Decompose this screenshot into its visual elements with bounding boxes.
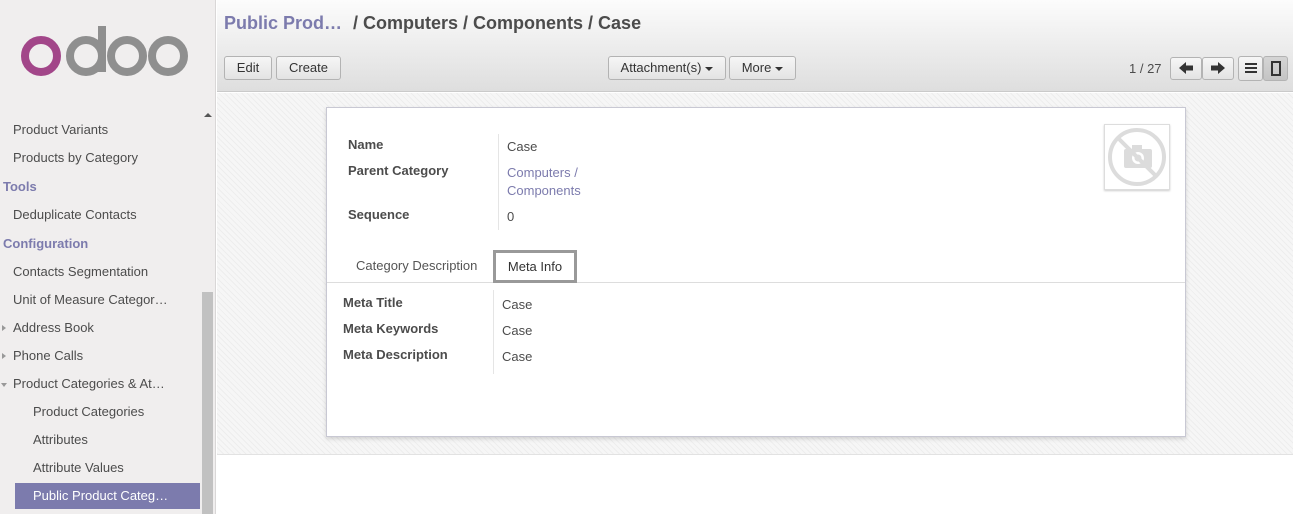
sidebar-item-contacts-segmentation[interactable]: Contacts Segmentation (0, 258, 200, 286)
sidebar-item-product-categories-attributes[interactable]: Product Categories & At… (0, 370, 200, 398)
sidebar-item-public-product-categories[interactable]: Public Product Categ… (15, 483, 200, 509)
parent-category-label: Parent Category (348, 163, 449, 178)
sidebar-item-attribute-values[interactable]: Attribute Values (0, 454, 200, 482)
list-view-icon (1244, 63, 1257, 73)
list-view-button[interactable] (1238, 56, 1263, 81)
name-value: Case (507, 139, 538, 154)
sidebar-header-configuration: Configuration (3, 236, 89, 251)
no-image-camera-icon (1108, 128, 1166, 186)
parent-category-link[interactable]: Computers / Components (507, 164, 581, 200)
more-dropdown[interactable]: More (729, 56, 796, 80)
arrow-right-icon (1211, 62, 1225, 74)
meta-title-value: Case (502, 297, 533, 312)
meta-title-label: Meta Title (343, 295, 403, 310)
category-image[interactable] (1104, 124, 1170, 190)
scroll-up-icon[interactable] (204, 113, 212, 117)
arrow-left-icon (1179, 62, 1193, 74)
pager-previous-button[interactable] (1170, 57, 1202, 80)
sidebar-header-tools: Tools (3, 179, 37, 194)
form-view-button[interactable] (1263, 56, 1288, 81)
meta-keywords-label: Meta Keywords (343, 321, 439, 336)
sidebar-item-product-categories[interactable]: Product Categories (0, 398, 200, 426)
breadcrumb-parent-link[interactable]: Public Prod… (224, 13, 342, 33)
edit-button[interactable]: Edit (224, 56, 272, 80)
sidebar-item-phone-calls[interactable]: Phone Calls (0, 342, 200, 370)
breadcrumb: Public Prod… / Computers / Components / … (224, 13, 641, 34)
breadcrumb-current: / Computers / Components / Case (353, 13, 642, 33)
odoo-logo[interactable] (20, 22, 190, 82)
sidebar-item-address-book[interactable]: Address Book (0, 314, 200, 342)
name-label: Name (348, 137, 384, 152)
parent-category-line-2: Components (507, 183, 581, 198)
field-separator (498, 134, 499, 230)
sidebar-item-attributes[interactable]: Attributes (0, 426, 200, 454)
attachments-label: Attachment(s) (620, 60, 702, 75)
sidebar-item-uom-categories[interactable]: Unit of Measure Categor… (0, 286, 200, 314)
sidebar-item-deduplicate-contacts[interactable]: Deduplicate Contacts (0, 201, 200, 229)
sidebar: Product Variants Products by Category To… (0, 0, 216, 514)
sequence-label: Sequence (348, 207, 410, 222)
attachments-dropdown[interactable]: Attachment(s) (608, 56, 726, 80)
tab-meta-info[interactable]: Meta Info (493, 250, 577, 283)
sidebar-item-product-variants[interactable]: Product Variants (0, 116, 200, 144)
meta-description-label: Meta Description (343, 347, 448, 362)
create-button[interactable]: Create (276, 56, 341, 80)
form-sheet: Name Case Parent Category Computers / Co… (326, 107, 1186, 437)
pager-next-button[interactable] (1202, 57, 1234, 80)
caret-down-icon (775, 66, 784, 71)
meta-separator (493, 290, 494, 374)
meta-description-value: Case (502, 349, 533, 364)
caret-down-icon (705, 66, 714, 71)
sequence-value: 0 (507, 209, 515, 224)
sidebar-scrollbar-thumb[interactable] (202, 292, 213, 514)
sidebar-item-products-by-category[interactable]: Products by Category (0, 144, 200, 172)
control-panel: Public Prod… / Computers / Components / … (217, 0, 1293, 92)
pager-value[interactable]: 1 / 27 (1129, 61, 1162, 76)
tab-category-description[interactable]: Category Description (345, 250, 503, 283)
parent-category-line-1: Computers / (507, 165, 578, 180)
form-view-icon (1270, 61, 1281, 76)
sidebar-menu: Product Variants Products by Category To… (0, 116, 200, 509)
meta-keywords-value: Case (502, 323, 533, 338)
more-label: More (741, 60, 772, 75)
